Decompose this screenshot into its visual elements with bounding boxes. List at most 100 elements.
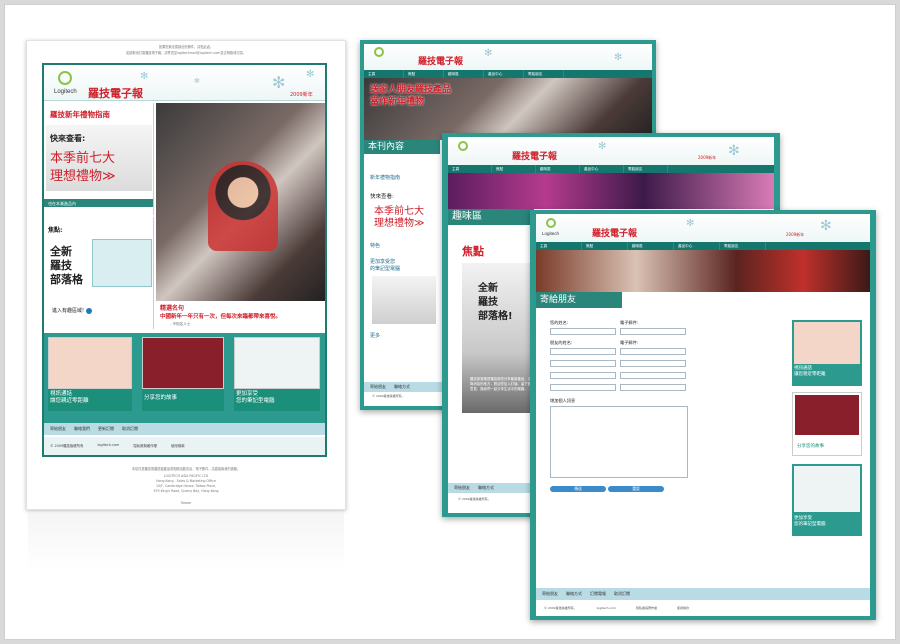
- strip-send-friend[interactable]: 寄給朋友: [50, 426, 66, 432]
- card3-text[interactable]: 更加享受 您的筆記型電腦: [234, 389, 320, 411]
- your-email-input[interactable]: [620, 328, 686, 335]
- snowflake-icon: ✻: [140, 71, 149, 82]
- footer-links: © 2009羅技版權所有 logitech.com 隱私權與著作權 使用條款: [44, 437, 325, 455]
- laptop-image: [234, 337, 320, 389]
- page4-section: 寄給朋友: [536, 292, 622, 308]
- friend-name-input-4[interactable]: [550, 384, 616, 391]
- nav-products[interactable]: 產品中心: [580, 165, 624, 173]
- page3-hero: [448, 173, 774, 209]
- quote-text: 中國新年一年只有一次，但每次來臨都帶來喜悅。: [160, 314, 282, 320]
- p4-footer-site[interactable]: logitech.com: [597, 606, 616, 610]
- side-baby-image: [794, 322, 860, 364]
- page3-body: 羅技部落格是羅技與您分享最新產品、活動與消息的地方，歡迎您加入討論、留下寶貴意見…: [470, 377, 535, 391]
- strip-contact[interactable]: 聯絡我們: [74, 426, 90, 432]
- page2-feature[interactable]: 特色: [370, 242, 380, 249]
- top-note-1[interactable]: 如果您無法閱讀此份郵件，請點此處。: [27, 45, 345, 50]
- top7-line1[interactable]: 本季前七大: [50, 147, 115, 166]
- side-card-3-text[interactable]: 更加享受 您的筆記型電腦: [794, 516, 826, 528]
- logitech-logo-icon: [458, 141, 468, 151]
- gift-guide-title: 羅技新年禮物指南: [50, 110, 110, 119]
- p3-strip-send[interactable]: 寄給朋友: [454, 485, 470, 491]
- p2-strip-send[interactable]: 寄給朋友: [370, 384, 386, 390]
- arrow-icon[interactable]: [85, 307, 92, 314]
- strip-update[interactable]: 更新訂閱: [98, 426, 114, 432]
- nav-home[interactable]: 主頁: [536, 242, 582, 250]
- page3-blog-2: 羅技: [478, 297, 498, 308]
- focus-panel: 焦點: 全新 羅技 部落格 進入有趣區域!: [44, 217, 154, 329]
- page2-header: 羅技電子報 ✻ ✻: [364, 44, 652, 70]
- quote-panel: 精選名句 中國新年一年只有一次，但每次來臨都帶來喜悅。 - 不知名人士: [156, 301, 325, 331]
- reset-button[interactable]: 重設: [608, 486, 664, 492]
- quick-look: 快來查看:: [50, 134, 86, 143]
- card2-text[interactable]: 分享您的故事: [142, 389, 224, 411]
- strip-unsubscribe[interactable]: 取消訂閱: [122, 426, 138, 432]
- your-name-input[interactable]: [550, 328, 616, 335]
- friend-email-input-4[interactable]: [620, 384, 686, 391]
- friend-email-input-2[interactable]: [620, 360, 686, 367]
- nav-focus[interactable]: 焦點: [492, 165, 536, 173]
- nav-fun[interactable]: 趣味區: [444, 70, 484, 78]
- logitech-logo-icon: [374, 47, 384, 57]
- card1-text[interactable]: 視訊通話 讓您親近零距離: [48, 389, 132, 411]
- brand-title: 羅技電子報: [88, 87, 143, 100]
- p4-strip-unsubscribe[interactable]: 取消訂閱: [614, 591, 630, 597]
- action-strip: 寄給朋友 聯絡我們 更新訂閱 取消訂閱: [44, 423, 325, 435]
- page2-top7-2[interactable]: 理想禮物≫: [374, 214, 424, 229]
- friend-email-input-1[interactable]: [620, 348, 686, 355]
- p3-strip-contact[interactable]: 聯絡方式: [478, 485, 494, 491]
- page4-logo-text: Logitech: [542, 231, 560, 236]
- your-email-label: 電子郵件:: [620, 320, 639, 325]
- page4-footer: © 2009羅技版權所有。 logitech.com 隱私權與著作權 使用條款: [536, 602, 870, 614]
- submit-button[interactable]: 傳送: [550, 486, 606, 492]
- more-products-bar[interactable]: 也在本漸進品內: [44, 199, 153, 207]
- p4-strip-subscribe[interactable]: 訂閱電報: [590, 591, 606, 597]
- gift-guide-panel: 羅技新年禮物指南 快來查看: 本季前七大 理想禮物≫ 也在本漸進品內: [44, 103, 154, 215]
- friend-name-label: 朋友的姓名:: [550, 340, 573, 345]
- enter-area[interactable]: 進入有趣區域!: [52, 307, 92, 314]
- snowflake-icon: ✻: [484, 48, 493, 59]
- nav-fun[interactable]: 趣味區: [628, 242, 674, 250]
- nav-home[interactable]: 主頁: [364, 70, 404, 78]
- snowflake-icon: ✻: [686, 218, 695, 229]
- side-card-1-text[interactable]: 視訊通話 讓您親近零距離: [794, 366, 826, 378]
- friend-name-input-2[interactable]: [550, 360, 616, 367]
- quote-title: 精選名句: [160, 305, 185, 312]
- side-card-3: 更加享受 您的筆記型電腦: [792, 464, 862, 536]
- nav-products[interactable]: 產品中心: [484, 70, 524, 78]
- friend-name-input-3[interactable]: [550, 372, 616, 379]
- page2-more[interactable]: 更多: [370, 332, 380, 339]
- message-textarea[interactable]: [550, 406, 688, 478]
- p4-footer-privacy[interactable]: 隱私權與著作權: [636, 606, 657, 610]
- nav-focus[interactable]: 焦點: [582, 242, 628, 250]
- nav-fun[interactable]: 趣味區: [536, 165, 580, 173]
- side-card-2: 分享您的故事: [792, 392, 862, 456]
- nav-products[interactable]: 產品中心: [674, 242, 720, 250]
- nav-send[interactable]: 寄給朋友: [720, 242, 766, 250]
- snowflake-icon: ✻: [194, 77, 200, 85]
- p4-strip-send[interactable]: 寄給朋友: [542, 591, 558, 597]
- address-line-5: 979 King's Road, Quarry Bay, Hong Kong: [153, 489, 219, 493]
- nav-send[interactable]: 寄給朋友: [524, 70, 564, 78]
- footer-terms-link[interactable]: 使用條款: [171, 443, 185, 449]
- page2-enjoy-1[interactable]: 更加享受您: [370, 258, 395, 265]
- side-card-2-text[interactable]: 分享您的故事: [797, 443, 824, 449]
- page3-section: 趣味區: [448, 209, 534, 225]
- footer-site-link[interactable]: logitech.com: [97, 443, 119, 449]
- newsletter-page-1: 如果您無法閱讀此份郵件，請點此處。 如欲取消訂閱羅技電子報，請寄送至logite…: [26, 40, 346, 510]
- friend-email-input-3[interactable]: [620, 372, 686, 379]
- speaker-image: [142, 337, 224, 389]
- nav-home[interactable]: 主頁: [448, 165, 492, 173]
- footer-privacy-link[interactable]: 隱私權與著作權: [133, 443, 157, 449]
- p4-strip-contact[interactable]: 聯絡方式: [566, 591, 582, 597]
- page2-headline-2: 當作新年禮物: [370, 97, 425, 107]
- p2-strip-contact[interactable]: 聯絡方式: [394, 384, 410, 390]
- p4-footer-terms[interactable]: 使用條款: [677, 606, 689, 610]
- page2-gift-guide[interactable]: 新年禮物指南: [370, 174, 400, 181]
- page2-quick-look: 快來查看:: [370, 194, 394, 200]
- top7-line2[interactable]: 理想禮物≫: [50, 165, 116, 184]
- friend-name-input-1[interactable]: [550, 348, 616, 355]
- nav-focus[interactable]: 焦點: [404, 70, 444, 78]
- nav-send[interactable]: 寄給朋友: [624, 165, 668, 173]
- page2-enjoy-2[interactable]: 的筆記型電腦: [370, 265, 400, 272]
- side-card-1: 視訊通話 讓您親近零距離: [792, 320, 862, 386]
